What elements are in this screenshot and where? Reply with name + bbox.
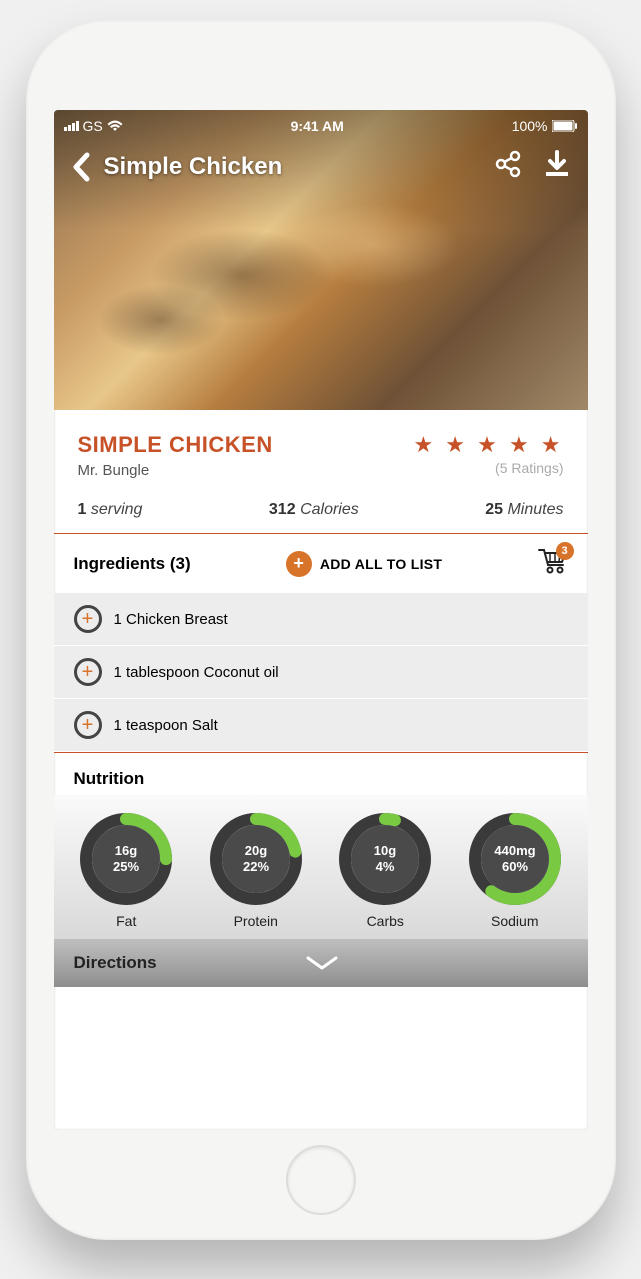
- add-all-button[interactable]: + ADD ALL TO LIST: [201, 551, 528, 577]
- time-value: 25: [485, 501, 503, 518]
- hero-nav: Simple Chicken: [54, 150, 588, 183]
- rating-count: (5 Ratings): [413, 460, 563, 476]
- add-all-label: ADD ALL TO LIST: [320, 556, 442, 572]
- calories-label: Calories: [300, 501, 359, 518]
- ingredients-heading: Ingredients (3): [74, 554, 191, 574]
- svg-text:440mg: 440mg: [494, 843, 535, 858]
- recipe-stats: 1 serving 312 Calories 25 Minutes: [78, 501, 564, 519]
- recipe-author: Mr. Bungle: [78, 462, 273, 479]
- app-screen: GS 9:41 AM 100% Simple Chicken: [54, 110, 588, 1130]
- nutrition-gauge: 440mg60% Sodium: [467, 811, 563, 929]
- ingredient-text: 1 tablespoon Coconut oil: [114, 664, 279, 681]
- status-time: 9:41 AM: [291, 118, 344, 134]
- battery-icon: [552, 120, 578, 132]
- status-bar: GS 9:41 AM 100%: [54, 110, 588, 142]
- ingredient-row: + 1 teaspoon Salt: [54, 699, 588, 752]
- servings-value: 1: [78, 501, 87, 518]
- ingredient-row: + 1 tablespoon Coconut oil: [54, 646, 588, 699]
- recipe-header: SIMPLE CHICKEN Mr. Bungle ★ ★ ★ ★ ★ (5 R…: [54, 410, 588, 533]
- home-button[interactable]: [286, 1145, 356, 1215]
- ingredients-list: + 1 Chicken Breast + 1 tablespoon Coconu…: [54, 593, 588, 752]
- svg-text:60%: 60%: [502, 859, 528, 874]
- ingredient-text: 1 Chicken Breast: [114, 611, 228, 628]
- calories-value: 312: [269, 501, 296, 518]
- svg-text:4%: 4%: [376, 859, 395, 874]
- gauge-label: Fat: [116, 913, 136, 929]
- back-button[interactable]: [72, 152, 92, 182]
- add-ingredient-button[interactable]: +: [74, 711, 102, 739]
- cart-badge: 3: [556, 542, 574, 560]
- time-label: Minutes: [507, 501, 563, 518]
- battery-percent: 100%: [512, 118, 548, 134]
- chevron-down-icon: [77, 955, 568, 971]
- nutrition-heading: Nutrition: [54, 753, 588, 795]
- plus-icon: +: [286, 551, 312, 577]
- wifi-icon: [107, 120, 123, 132]
- rating-stars[interactable]: ★ ★ ★ ★ ★: [413, 432, 563, 458]
- ingredient-text: 1 teaspoon Salt: [114, 717, 218, 734]
- status-left: GS: [64, 118, 123, 134]
- add-ingredient-button[interactable]: +: [74, 605, 102, 633]
- svg-text:10g: 10g: [374, 843, 396, 858]
- recipe-title: SIMPLE CHICKEN: [78, 432, 273, 458]
- download-icon[interactable]: [544, 150, 570, 183]
- nutrition-row: 16g25% Fat 20g22% Protein 10g4% Carbs 440mg60%…: [54, 795, 588, 939]
- share-icon[interactable]: [494, 150, 522, 183]
- nutrition-gauge: 20g22% Protein: [208, 811, 304, 929]
- gauge-label: Carbs: [367, 913, 404, 929]
- cart-button[interactable]: 3: [538, 548, 568, 579]
- nutrition-gauge: 16g25% Fat: [78, 811, 174, 929]
- gauge-label: Protein: [234, 913, 278, 929]
- add-ingredient-button[interactable]: +: [74, 658, 102, 686]
- status-right: 100%: [512, 118, 578, 134]
- hero-title: Simple Chicken: [104, 153, 494, 181]
- directions-toggle[interactable]: Directions: [54, 939, 588, 987]
- svg-text:22%: 22%: [243, 859, 269, 874]
- svg-text:16g: 16g: [115, 843, 137, 858]
- carrier-label: GS: [83, 118, 103, 134]
- servings-label: serving: [91, 501, 143, 518]
- svg-text:25%: 25%: [113, 859, 139, 874]
- ingredient-row: + 1 Chicken Breast: [54, 593, 588, 646]
- nutrition-gauge: 10g4% Carbs: [337, 811, 433, 929]
- ingredients-header: Ingredients (3) + ADD ALL TO LIST 3: [54, 534, 588, 593]
- signal-icon: [64, 121, 79, 131]
- phone-frame: GS 9:41 AM 100% Simple Chicken: [26, 20, 616, 1240]
- svg-text:20g: 20g: [245, 843, 267, 858]
- hero-image: Simple Chicken: [54, 110, 588, 410]
- gauge-label: Sodium: [491, 913, 538, 929]
